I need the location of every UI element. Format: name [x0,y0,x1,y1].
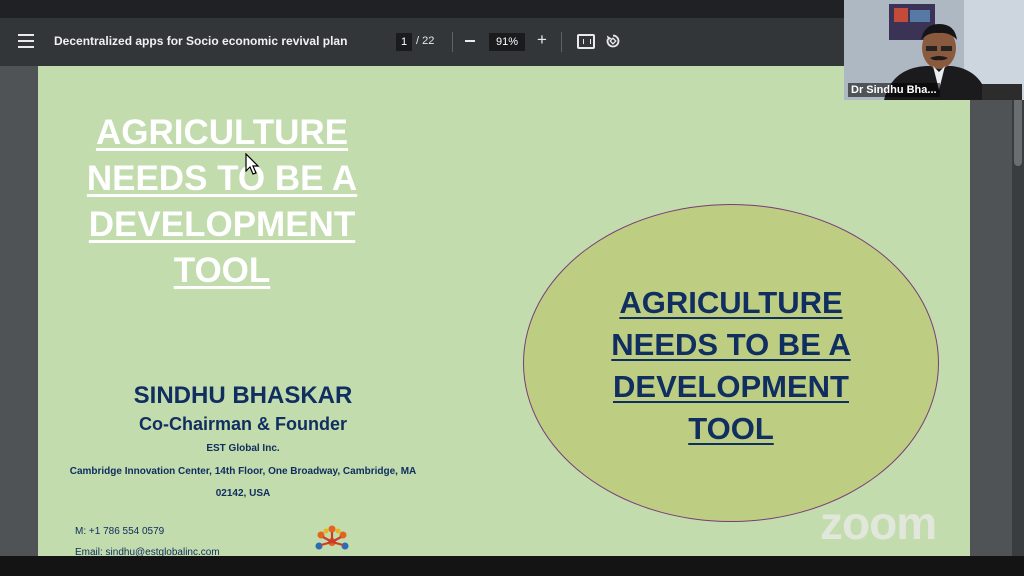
document-title: Decentralized apps for Socio economic re… [54,34,348,48]
divider [561,32,562,52]
presenter-name: SINDHU BHASKAR [133,382,353,409]
slide-title: AGRICULTURE NEEDS TO BE A DEVELOPMENT TO… [86,113,358,290]
page-total: / 22 [416,35,435,47]
email-address: Email: sindhu@estglobalinc.com [75,547,220,556]
company-logo [315,525,349,550]
mouse-cursor-icon [245,153,260,175]
fit-to-page-icon[interactable] [577,34,595,49]
company-address: Cambridge Innovation Center, 14th Floor,… [69,466,417,499]
zoom-in-icon[interactable]: + [537,31,549,48]
ellipse-heading: AGRICULTURE NEEDS TO BE A DEVELOPMENT TO… [611,285,851,446]
rotate-icon[interactable] [605,33,621,49]
company-name: EST Global Inc. [206,443,280,454]
divider [452,32,453,52]
phone-number: M: +1 786 554 0579 [75,526,165,537]
presenter-role: Co-Chairman & Founder [138,414,347,434]
scrollbar[interactable] [1012,66,1024,556]
menu-icon[interactable] [18,34,34,48]
zoom-out-icon[interactable] [465,40,475,42]
zoom-watermark: zoom [820,497,937,549]
zoom-level-input[interactable]: 91% [489,33,525,51]
pdf-viewport[interactable]: AGRICULTURE NEEDS TO BE A DEVELOPMENT TO… [0,66,1024,556]
bottom-bar [0,556,1024,576]
page-number-input[interactable]: 1 [396,33,412,51]
participant-video[interactable]: Dr Sindhu Bha... [844,0,1024,100]
participant-name-label: Dr Sindhu Bha... [848,83,940,97]
pdf-page: AGRICULTURE NEEDS TO BE A DEVELOPMENT TO… [38,66,970,556]
